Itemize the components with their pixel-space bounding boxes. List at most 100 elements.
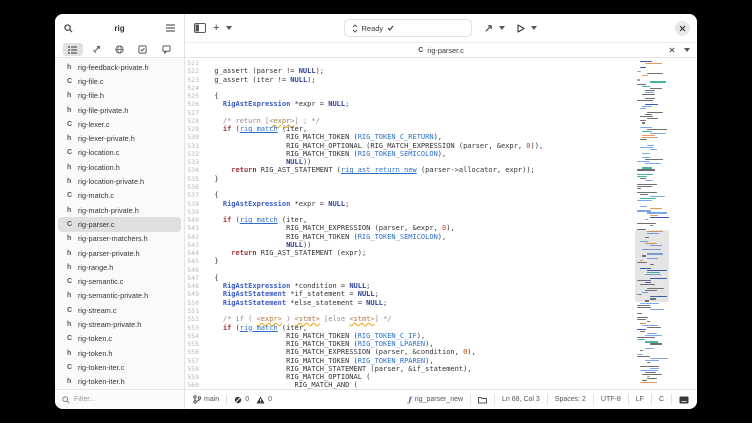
minimap[interactable] [635,58,669,389]
file-item[interactable]: hrig-location.h [58,160,181,174]
file-item[interactable]: Crig-lexer.c [58,117,181,131]
code-line[interactable]: 540 if (rig_match (iter, [185,216,635,224]
code-line[interactable]: 525 { [185,92,635,100]
directory-button[interactable] [478,396,487,404]
file-item[interactable]: hrig-parser-private.h [58,246,181,260]
line-text: RIG_MATCH_TOKEN (RIG_TOKEN_C_IF), [206,332,425,340]
code-line[interactable]: 539 [185,208,635,216]
build-dropdown-button[interactable] [497,24,507,32]
code-line[interactable]: 527 [185,109,635,117]
tab-close-button[interactable] [669,47,675,53]
code-line[interactable]: 524 [185,84,635,92]
code-line[interactable]: 528 /* return [<expr>] ; */ [185,117,635,125]
primary-menu-button[interactable] [164,22,177,34]
line-ending-setting[interactable]: LF [636,396,644,403]
code-line[interactable]: 544 return RIG_AST_STATEMENT (expr); [185,249,635,257]
code-line[interactable]: 523 g_assert (iter != NULL); [185,76,635,84]
keyboard-icon [679,396,689,404]
branch-button[interactable]: main [193,395,219,404]
indentation-setting[interactable]: Spaces: 2 [555,396,586,403]
file-item[interactable]: hrig-range.h [58,260,181,274]
code-line[interactable]: 555 RIG_MATCH_TOKEN (RIG_TOKEN_LPAREN), [185,340,635,348]
new-page-dropdown-button[interactable] [224,24,234,32]
file-item[interactable]: Crig-token.c [58,332,181,346]
file-item[interactable]: Crig-semantic.c [58,274,181,288]
code-line[interactable]: 530 RIG_MATCH_TOKEN (RIG_TOKEN_C_RETURN)… [185,133,635,141]
sidebar-tab-web[interactable] [109,43,129,56]
file-item[interactable]: hrig-location-private.h [58,174,181,188]
code-line[interactable]: 557 RIG_MATCH_TOKEN (RIG_TOKEN_RPAREN), [185,357,635,365]
code-line[interactable]: 522 g_assert (parser != NULL); [185,67,635,75]
errors-indicator[interactable]: 0 [234,396,249,404]
file-item[interactable]: Crig-stream.c [58,303,181,317]
code-line[interactable]: 542 RIG_MATCH_TOKEN (RIG_TOKEN_SEMICOLON… [185,233,635,241]
file-item[interactable]: hrig-token-iter.h [58,375,181,389]
sidebar-tab-todo[interactable] [133,43,153,56]
code-line[interactable]: 545 } [185,257,635,265]
code-line[interactable]: 535 } [185,175,635,183]
code-line[interactable]: 554 RIG_MATCH_TOKEN (RIG_TOKEN_C_IF), [185,332,635,340]
code-view[interactable]: 521522 g_assert (parser != NULL);523 g_a… [185,58,635,389]
code-line[interactable]: 547 { [185,274,635,282]
filter-input[interactable] [74,396,164,403]
code-line[interactable]: 558 RIG_MATCH_STATEMENT (parser, &if_sta… [185,365,635,373]
code-line[interactable]: 536 [185,183,635,191]
new-page-button[interactable]: + [211,21,221,35]
file-item[interactable]: hrig-file-private.h [58,103,181,117]
language-mode-setting[interactable]: C [659,396,664,403]
code-line[interactable]: 533 NULL)) [185,158,635,166]
code-line[interactable]: 532 RIG_MATCH_TOKEN (RIG_TOKEN_SEMICOLON… [185,150,635,158]
code-line[interactable]: 559 RIG_MATCH_OPTIONAL ( [185,373,635,381]
code-line[interactable]: 541 RIG_MATCH_EXPRESSION (parser, &expr,… [185,224,635,232]
sidebar-tab-project-tree[interactable] [63,43,83,56]
window-close-button[interactable] [675,21,690,36]
code-line[interactable]: 550 RigAstStatement *else_statement = NU… [185,299,635,307]
keyboard-toggle-button[interactable] [679,396,689,404]
encoding-setting[interactable]: UTF-8 [601,396,621,403]
tab-rig-parser[interactable]: C rig-parser.c [418,46,464,55]
sidebar-tab-chat[interactable] [156,43,176,56]
line-number: 524 [185,84,206,92]
file-item[interactable]: hrig-feedback-private.h [58,60,181,74]
code-line[interactable]: 560 RIG_MATCH_AND ( [185,381,635,389]
code-line[interactable]: 549 RigAstStatement *if_statement = NULL… [185,290,635,298]
file-item[interactable]: Crig-match.c [58,189,181,203]
file-item[interactable]: Crig-location.c [58,146,181,160]
file-item[interactable]: Crig-parser.c [58,217,181,231]
file-item[interactable]: hrig-lexer-private.h [58,131,181,145]
code-line[interactable]: 553 if (rig_match (iter, [185,324,635,332]
file-item[interactable]: hrig-match-private.h [58,203,181,217]
code-line[interactable]: 546 [185,266,635,274]
file-item[interactable]: hrig-parser-matchers.h [58,232,181,246]
run-button[interactable] [515,22,527,35]
code-line[interactable]: 521 [185,59,635,67]
file-item[interactable]: hrig-semantic-private.h [58,289,181,303]
code-line[interactable]: 531 RIG_MATCH_OPTIONAL (RIG_MATCH_EXPRES… [185,142,635,150]
file-item[interactable]: Crig-file.c [58,74,181,88]
code-line[interactable]: 529 if (rig_match (iter, [185,125,635,133]
sidebar-tab-build[interactable] [86,43,106,56]
warnings-indicator[interactable]: 0 [256,396,272,404]
build-button[interactable] [482,22,495,35]
toggle-left-panel-button[interactable] [192,21,208,35]
file-item[interactable]: Crig-token-iter.c [58,360,181,374]
cursor-position-indicator[interactable]: Ln 68, Col 3 [502,396,540,403]
code-line[interactable]: 537 { [185,191,635,199]
code-line[interactable]: 534 return RIG_AST_STATEMENT (rig_ast_re… [185,166,635,174]
code-line[interactable]: 556 RIG_MATCH_EXPRESSION (parser, &condi… [185,348,635,356]
code-line[interactable]: 548 RigAstExpression *condition = NULL; [185,282,635,290]
file-item[interactable]: hrig-stream-private.h [58,317,181,331]
file-item[interactable]: hrig-token.h [58,346,181,360]
build-status-omnibar[interactable]: Ready [344,19,472,37]
code-line[interactable]: 538 RigAstExpression *expr = NULL; [185,200,635,208]
minimap-viewport-handle[interactable] [635,230,669,302]
search-button[interactable] [62,22,75,35]
symbol-button[interactable]: ƒ rig_parser_new [409,395,463,404]
code-line[interactable]: 543 NULL)) [185,241,635,249]
file-item[interactable]: hrig-file.h [58,89,181,103]
code-line[interactable]: 552 /* if ( <expr> ) <stmt> [else <stmt>… [185,315,635,323]
run-dropdown-button[interactable] [529,24,539,32]
code-line[interactable]: 551 [185,307,635,315]
tab-list-dropdown-button[interactable] [684,48,690,52]
code-line[interactable]: 526 RigAstExpression *expr = NULL; [185,100,635,108]
